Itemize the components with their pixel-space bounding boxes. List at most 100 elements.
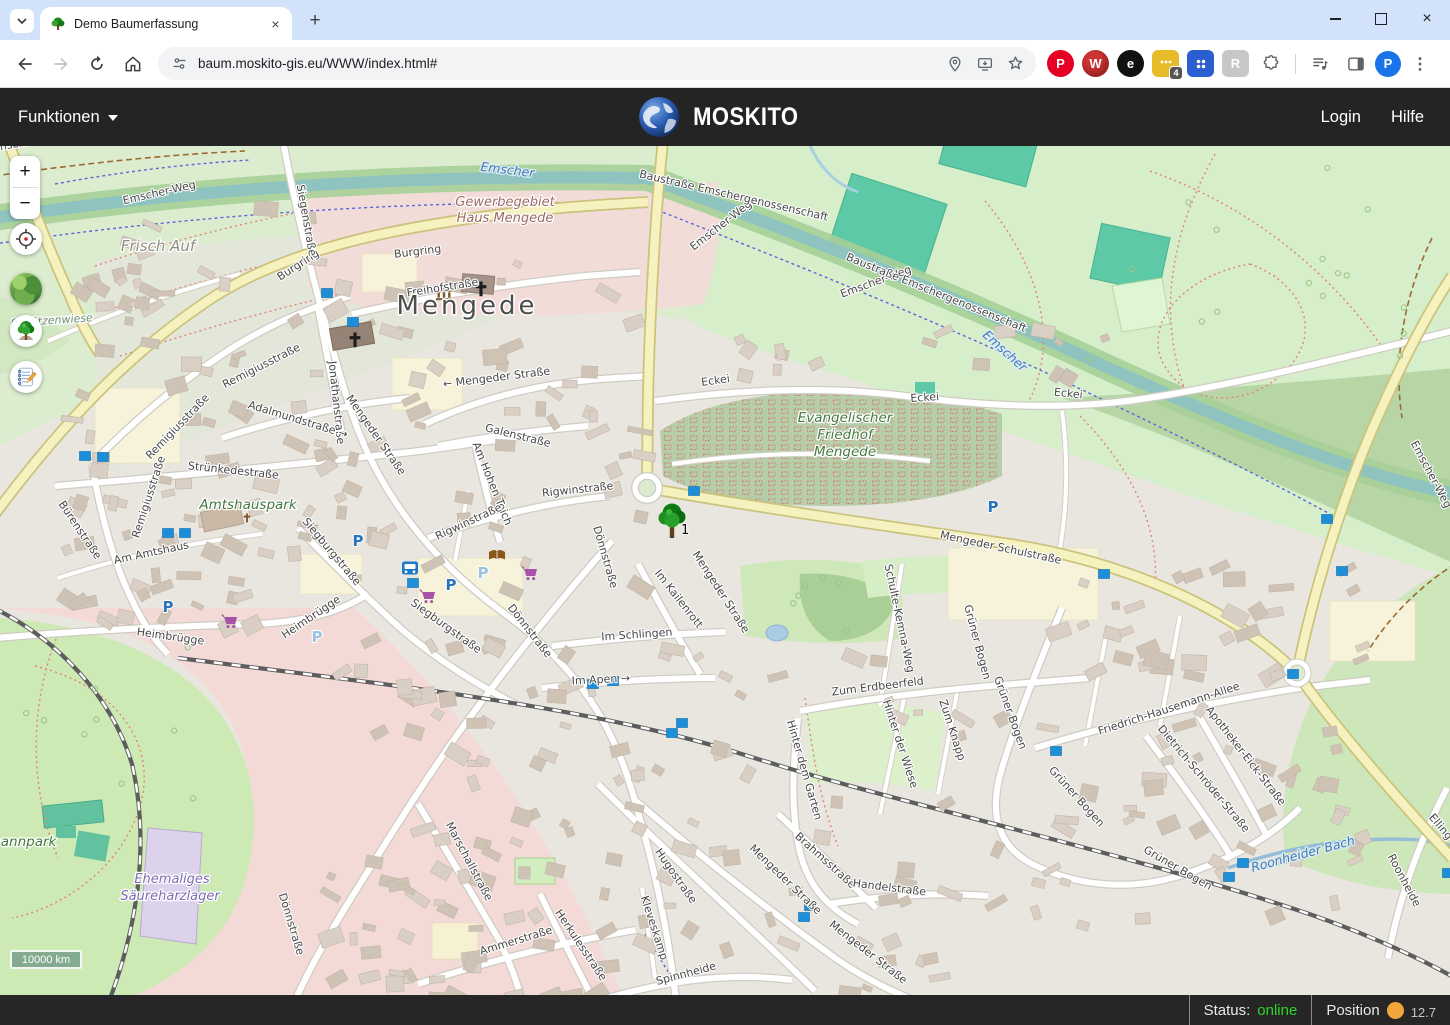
login-link[interactable]: Login [1321, 108, 1361, 127]
locate-button[interactable] [10, 223, 42, 255]
hilfe-link[interactable]: Hilfe [1391, 108, 1424, 127]
map-selection-square[interactable] [689, 487, 700, 496]
svg-text:P: P [353, 532, 364, 550]
map-selection-square[interactable] [1337, 567, 1348, 576]
position-segment[interactable]: Position 12.7 [1311, 995, 1450, 1025]
map-label: Säureharzlager [120, 889, 221, 904]
url-bar[interactable]: baum.moskito-gis.eu/WWW/index.html# [158, 47, 1036, 80]
tree-favicon-icon [50, 16, 66, 32]
status-value: online [1257, 1002, 1297, 1019]
reload-icon [87, 54, 107, 74]
new-tab-button[interactable]: + [302, 8, 328, 34]
map-selection-square[interactable] [163, 529, 174, 538]
site-settings-icon[interactable] [168, 53, 190, 75]
extension-blue-icon[interactable] [1187, 50, 1214, 77]
extension-black-icon[interactable]: e [1117, 50, 1144, 77]
reload-button[interactable] [80, 47, 114, 81]
brand: MOSKITO [637, 95, 813, 139]
status-segment: Status: online [1189, 995, 1312, 1025]
browser-tabstrip: Demo Baumerfassung × + × [0, 0, 1450, 40]
zoom-in-button[interactable]: + [10, 156, 40, 187]
kebab-menu-icon [1410, 54, 1430, 74]
extension-pinterest-icon[interactable]: P [1047, 50, 1074, 77]
ext-letter: R [1231, 56, 1240, 71]
svg-text:P: P [478, 564, 489, 582]
location-icon[interactable] [944, 53, 966, 75]
close-button[interactable]: × [1404, 0, 1450, 38]
map-selection-square[interactable] [1443, 869, 1450, 878]
funktionen-label: Funktionen [18, 108, 100, 127]
map-selection-square[interactable] [1322, 515, 1333, 524]
ext-letter: e [1127, 56, 1134, 71]
map-label: Friedhof [817, 427, 875, 443]
playlist-icon [1310, 54, 1330, 74]
map-label: Evangelischer [798, 410, 894, 426]
svg-text:P: P [163, 598, 174, 616]
map-selection-square[interactable] [1238, 859, 1249, 868]
zoom-control: + − [10, 156, 40, 219]
map-selection-square[interactable] [1224, 873, 1235, 882]
map-label: Eckei [910, 390, 940, 405]
map-container: PPPPPP 1 BurgringBurgringSiegenstraßeFre… [0, 146, 1450, 995]
brand-name: MOSKITO [693, 103, 798, 132]
status-bar: Status: online Position 12.7 [0, 995, 1450, 1025]
maximize-button[interactable] [1358, 0, 1404, 38]
bus-stop-icon [402, 562, 418, 575]
toolbar-divider [1295, 54, 1296, 74]
home-button[interactable] [116, 47, 150, 81]
map-selection-square[interactable] [1288, 670, 1299, 679]
back-button[interactable] [8, 47, 42, 81]
minimize-icon [1330, 18, 1341, 20]
status-label: Status: [1204, 1002, 1251, 1019]
extension-grey-icon[interactable]: R [1222, 50, 1249, 77]
zoom-out-button[interactable]: − [10, 188, 40, 219]
map-selection-square[interactable] [799, 913, 810, 922]
tab-search-button[interactable] [10, 9, 34, 33]
funktionen-menu[interactable]: Funktionen [0, 88, 136, 146]
puzzle-icon [1261, 54, 1281, 74]
map-selection-square[interactable] [667, 729, 678, 738]
notes-tool-button[interactable] [10, 361, 42, 393]
install-app-icon[interactable] [974, 53, 996, 75]
parking-private-icon: P [478, 564, 489, 582]
forward-button[interactable] [44, 47, 78, 81]
extensions-menu-button[interactable] [1254, 47, 1288, 81]
map-selection-square[interactable] [408, 579, 419, 588]
map-selection-square[interactable] [80, 452, 91, 461]
svg-text:P: P [988, 498, 999, 516]
position-dot-icon [1387, 1002, 1404, 1019]
extension-badge: 4 [1169, 66, 1183, 80]
media-playlist-button[interactable] [1303, 47, 1337, 81]
crosshair-icon [15, 228, 37, 250]
tab-close-button[interactable]: × [267, 15, 284, 32]
map-label: Mengede [397, 291, 538, 321]
map-selection-square[interactable] [1051, 747, 1062, 756]
map-selection-square[interactable] [98, 453, 109, 462]
map-label: Amtshauspark [198, 497, 298, 513]
profile-avatar[interactable]: P [1375, 51, 1401, 77]
map-label: Gewerbegebiet [455, 195, 555, 210]
ext-letter: W [1089, 56, 1101, 71]
map-label: mannpark [0, 834, 58, 850]
tree-tool-button[interactable] [10, 315, 42, 347]
map-selection-square[interactable] [180, 529, 191, 538]
parking-icon: P [446, 576, 457, 594]
browser-tab[interactable]: Demo Baumerfassung × [40, 7, 292, 40]
bookmark-star-icon[interactable] [1004, 53, 1026, 75]
map-canvas[interactable]: PPPPPP 1 BurgringBurgringSiegenstraßeFre… [0, 146, 1450, 995]
browser-menu-button[interactable] [1403, 47, 1437, 81]
map-selection-square[interactable] [1099, 570, 1110, 579]
extension-yellow-icon[interactable]: 4 [1152, 50, 1179, 77]
map-selection-square[interactable] [322, 289, 333, 298]
url-text[interactable]: baum.moskito-gis.eu/WWW/index.html# [198, 56, 936, 71]
minimize-button[interactable] [1312, 0, 1358, 38]
landscape-layer-button[interactable] [10, 273, 42, 305]
side-panel-button[interactable] [1339, 47, 1373, 81]
extension-maroon-icon[interactable]: W [1082, 50, 1109, 77]
back-icon [15, 54, 35, 74]
map-selection-square[interactable] [348, 318, 359, 327]
browser-toolbar: baum.moskito-gis.eu/WWW/index.html# P W … [0, 40, 1450, 88]
map-selection-square[interactable] [677, 719, 688, 728]
window-controls: × [1312, 0, 1450, 38]
home-icon [123, 54, 143, 74]
